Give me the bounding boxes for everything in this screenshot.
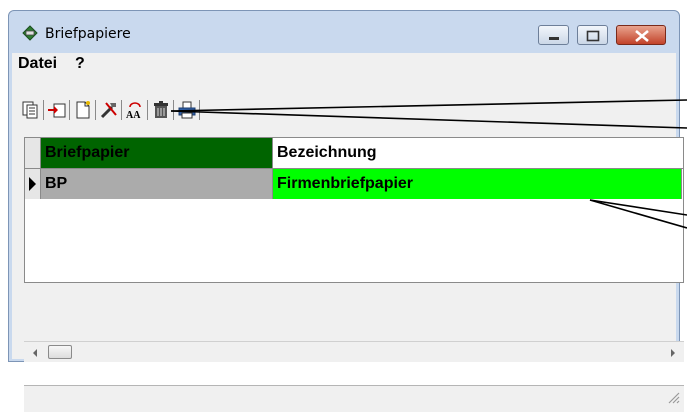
tools-icon[interactable]: [98, 99, 120, 121]
toolbar-separator: [95, 100, 96, 120]
data-grid[interactable]: Briefpapier Bezeichnung BP Firmenbriefpa…: [24, 137, 684, 283]
menu-datei[interactable]: Datei: [18, 55, 57, 73]
close-button[interactable]: [616, 25, 666, 45]
window-title: Briefpapiere: [45, 26, 131, 42]
row-indicator[interactable]: [25, 169, 41, 199]
maximize-button[interactable]: [577, 25, 608, 45]
menu-help[interactable]: ?: [75, 55, 85, 73]
status-bar: [24, 385, 684, 412]
toolbar-separator: [173, 100, 174, 120]
cell-bezeichnung[interactable]: Firmenbriefpapier: [273, 169, 682, 199]
client-area: Datei ? AA Briefpapier Bezeichnung BP Fi…: [12, 53, 684, 412]
toolbar-separator: [69, 100, 70, 120]
title-bar[interactable]: Briefpapiere: [9, 11, 679, 51]
print-icon[interactable]: [176, 99, 198, 121]
delete-icon[interactable]: [150, 99, 172, 121]
toolbar: AA: [12, 97, 292, 123]
svg-text:AA: AA: [126, 110, 141, 121]
minimize-button[interactable]: [538, 25, 569, 45]
font-icon[interactable]: AA: [124, 99, 146, 121]
scroll-right-icon[interactable]: [668, 346, 678, 364]
toolbar-separator: [121, 100, 122, 120]
briefpapiere-window: Briefpapiere Datei ? AA Briefpapier Beze…: [8, 10, 684, 412]
toolbar-separator: [147, 100, 148, 120]
horizontal-scrollbar[interactable]: [24, 341, 684, 362]
toolbar-separator: [199, 100, 200, 120]
import-icon[interactable]: [46, 99, 68, 121]
resize-grip-icon[interactable]: [666, 390, 680, 409]
row-indicator-header: [25, 138, 41, 169]
scrollbar-thumb[interactable]: [48, 345, 72, 359]
toolbar-separator: [43, 100, 44, 120]
column-header-bezeichnung[interactable]: Bezeichnung: [273, 138, 683, 169]
new-document-icon[interactable]: [72, 99, 94, 121]
scroll-left-icon[interactable]: [30, 346, 40, 364]
copy-icon[interactable]: [20, 99, 42, 121]
column-header-briefpapier[interactable]: Briefpapier: [41, 138, 273, 169]
app-icon: [21, 24, 39, 42]
menu-bar: Datei ?: [12, 53, 676, 75]
cell-briefpapier[interactable]: BP: [41, 169, 273, 199]
